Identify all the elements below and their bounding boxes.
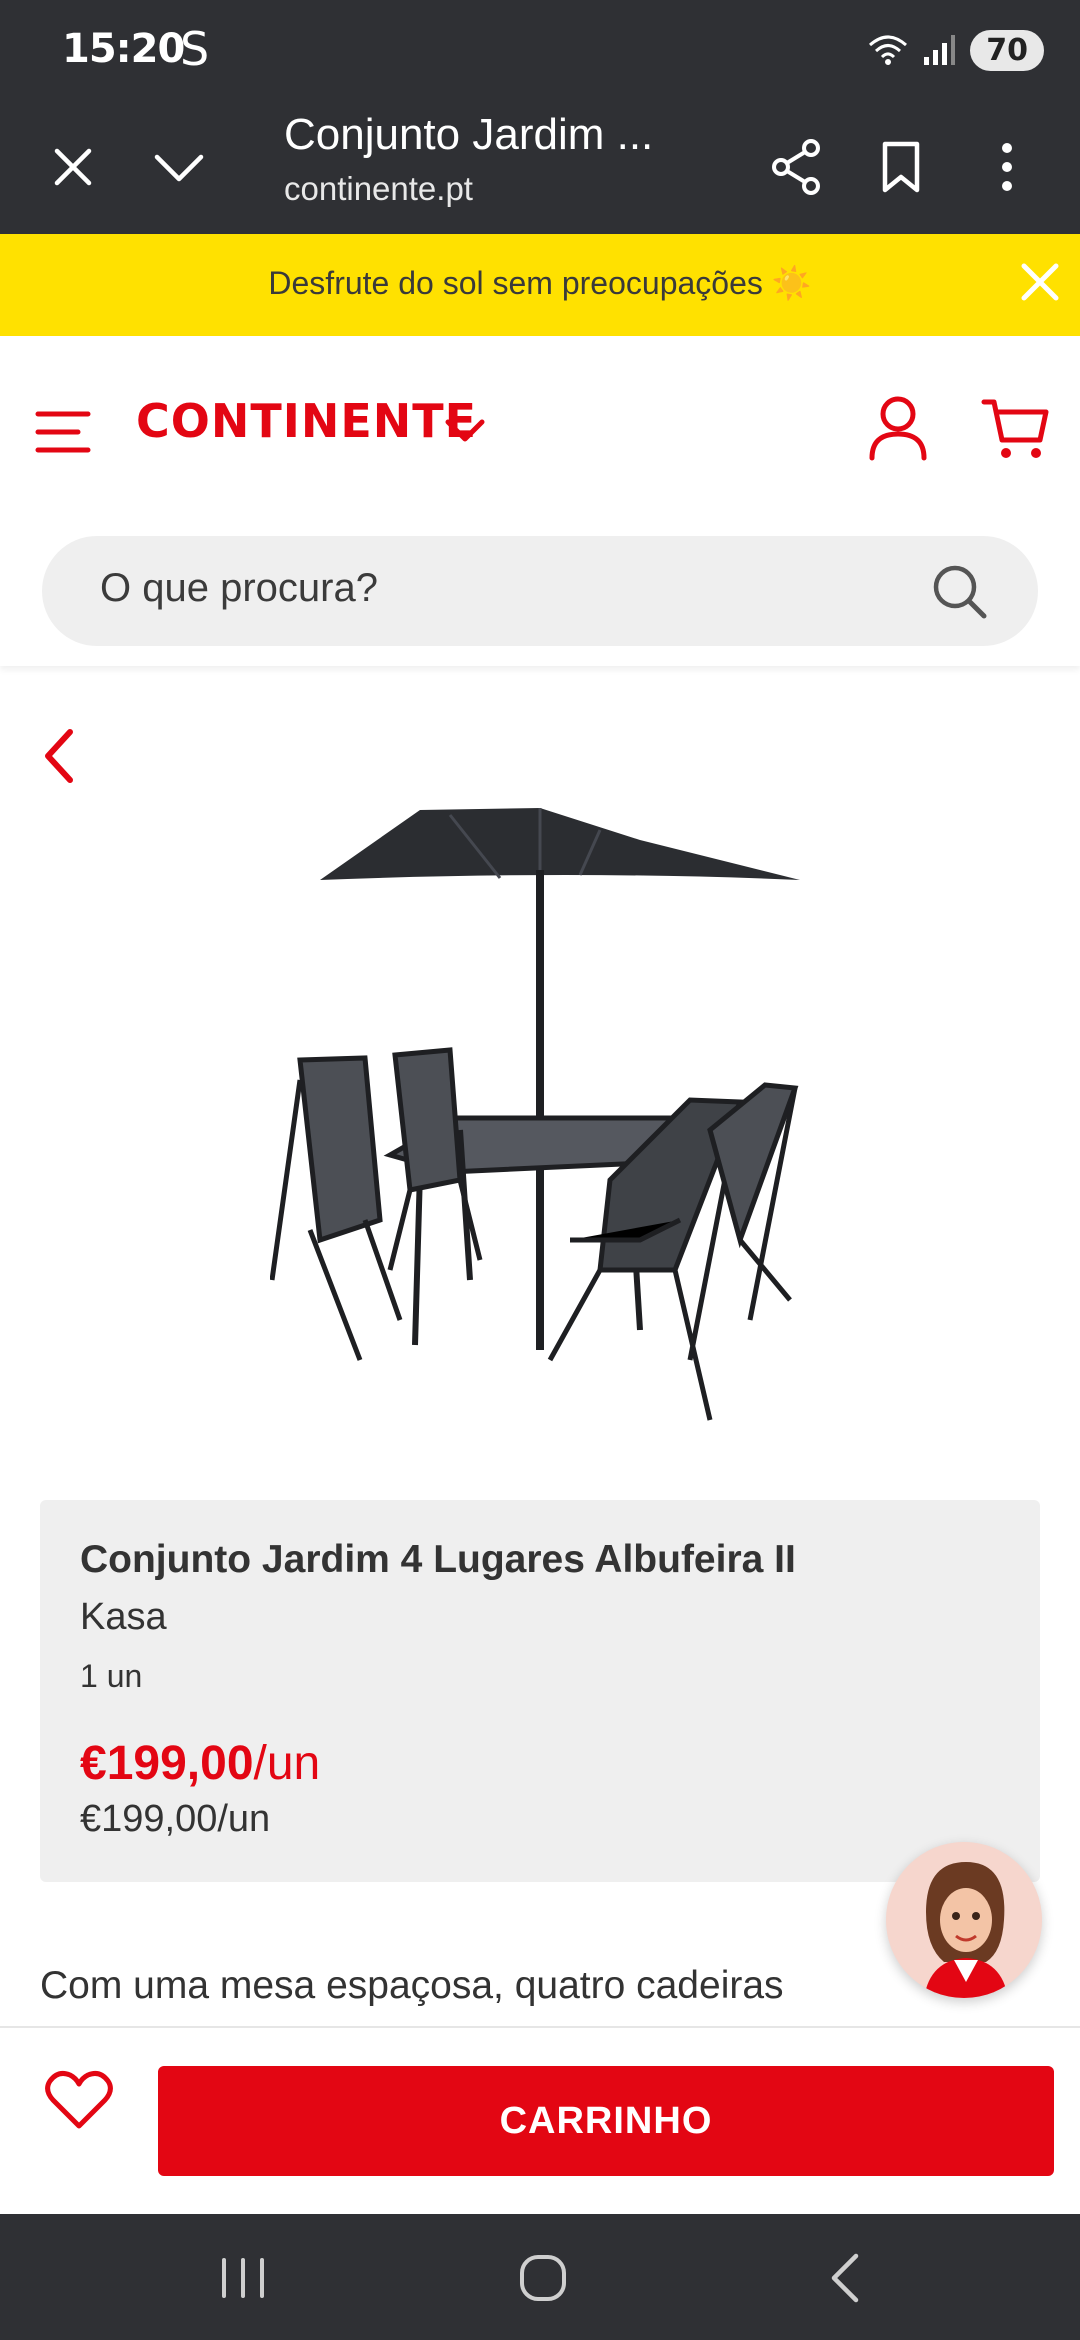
promo-close-icon[interactable] <box>1012 254 1068 310</box>
more-vert-icon[interactable] <box>972 132 1042 202</box>
promo-banner: Desfrute do sol sem preocupações ☀️ <box>0 234 1080 336</box>
tab-title: Conjunto Jardim ... <box>284 110 654 159</box>
search-input[interactable]: O que procura? <box>100 566 378 611</box>
heart-icon[interactable] <box>44 2068 114 2132</box>
tab-url[interactable]: continente.pt <box>284 170 473 208</box>
price-amount: €199,00 <box>80 1737 254 1790</box>
product-price: €199,00/un <box>80 1736 320 1791</box>
recent-apps-icon[interactable] <box>208 2246 278 2310</box>
price-unit: /un <box>253 1737 321 1790</box>
user-icon[interactable] <box>866 394 930 462</box>
close-icon[interactable] <box>38 132 108 202</box>
search-bar[interactable]: O que procura? <box>42 536 1038 646</box>
bookmark-icon[interactable] <box>866 132 936 202</box>
brand-logo[interactable]: CONTINENTE <box>136 394 477 448</box>
unit-price: €199,00/un <box>80 1798 271 1840</box>
product-brand[interactable]: Kasa <box>80 1596 167 1639</box>
share-icon[interactable] <box>762 132 832 202</box>
status-bar: 15:20 S 70 <box>0 0 1080 100</box>
browser-toolbar: Conjunto Jardim ... continente.pt <box>0 100 1080 234</box>
promo-text: Desfrute do sol sem preocupações ☀️ <box>268 265 812 301</box>
battery-indicator: 70 <box>970 29 1044 71</box>
assistant-avatar-button[interactable] <box>886 1842 1042 1998</box>
product-description: Com uma mesa espaçosa, quatro cadeiras <box>40 1964 784 2007</box>
status-time: 15:20 <box>62 26 185 72</box>
wifi-icon <box>869 35 908 65</box>
product-image[interactable] <box>269 800 810 1430</box>
add-to-cart-button[interactable]: CARRINHO <box>158 2066 1054 2176</box>
back-nav-icon[interactable] <box>812 2246 882 2310</box>
carrier-glyph: S <box>180 22 210 76</box>
site-header: CONTINENTE O que procura? <box>0 336 1080 666</box>
menu-icon[interactable] <box>34 406 94 458</box>
product-name: Conjunto Jardim 4 Lugares Albufeira II <box>80 1538 796 1581</box>
cart-icon[interactable] <box>980 396 1050 462</box>
chevron-down-icon[interactable] <box>144 132 214 202</box>
back-icon[interactable] <box>36 726 86 786</box>
product-info-card: Conjunto Jardim 4 Lugares Albufeira II K… <box>40 1500 1040 1882</box>
system-nav-bar <box>0 2214 1080 2340</box>
search-icon[interactable] <box>930 562 990 622</box>
chevron-down-icon[interactable] <box>440 406 490 456</box>
home-icon[interactable] <box>508 2246 578 2310</box>
bottom-action-bar: CARRINHO <box>0 2026 1080 2214</box>
signal-icon <box>924 35 956 65</box>
status-icons: 70 <box>868 28 1044 72</box>
product-quantity: 1 un <box>80 1658 143 1694</box>
